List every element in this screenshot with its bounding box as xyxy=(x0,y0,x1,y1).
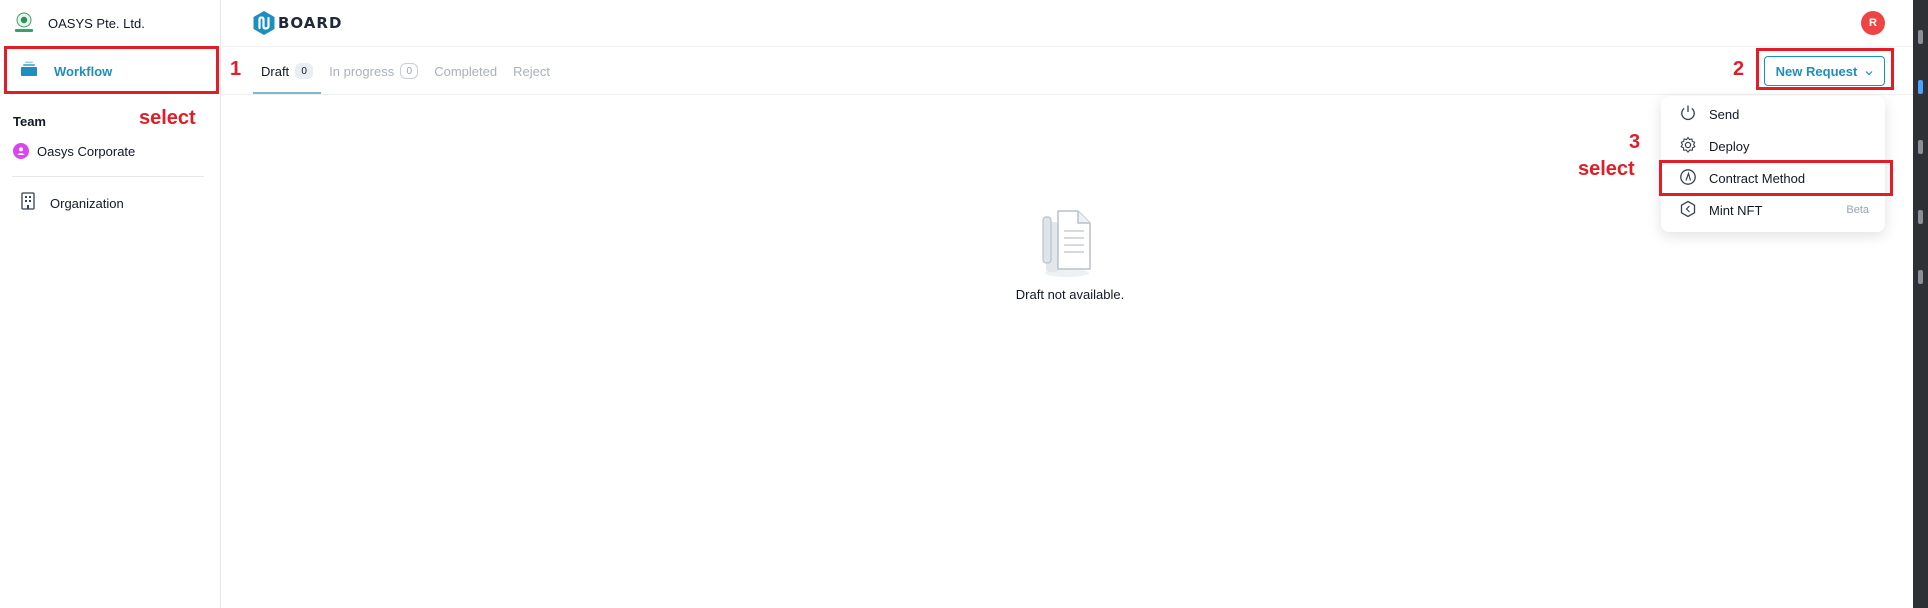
user-avatar[interactable]: R xyxy=(1861,11,1885,35)
org-name: OASYS Pte. Ltd. xyxy=(48,15,145,31)
adjacent-window-strip xyxy=(1913,0,1928,608)
menu-item-label: Deploy xyxy=(1709,138,1750,154)
sidebar-item-organization[interactable]: Organization xyxy=(20,192,124,215)
board-logo-icon xyxy=(252,10,276,36)
gear-icon xyxy=(1679,136,1697,157)
menu-item-mint-nft[interactable]: Mint NFT Beta xyxy=(1661,194,1885,226)
sidebar-item-team[interactable]: Oasys Corporate xyxy=(13,143,135,159)
count-badge: 0 xyxy=(400,63,419,79)
sidebar-item-label: Organization xyxy=(50,196,124,211)
oasys-logo-icon xyxy=(12,11,36,35)
power-icon xyxy=(1679,104,1697,125)
empty-state-text: Draft not available. xyxy=(1015,287,1125,302)
team-section-title: Team xyxy=(13,114,46,129)
annotation-box-contract-method xyxy=(1659,160,1893,196)
menu-item-deploy[interactable]: Deploy xyxy=(1661,130,1885,162)
strip-mark xyxy=(1918,30,1923,44)
tab-label: Reject xyxy=(513,63,550,79)
strip-mark xyxy=(1918,140,1923,154)
sidebar-divider xyxy=(12,176,204,177)
annotation-box-new-request xyxy=(1756,48,1894,90)
tab-completed[interactable]: Completed xyxy=(426,48,505,94)
org-header[interactable]: OASYS Pte. Ltd. xyxy=(12,11,145,35)
annotation-select-1: select xyxy=(139,107,196,129)
brand-word: BOARD xyxy=(278,14,343,32)
beta-badge: Beta xyxy=(1846,204,1869,216)
menu-item-label: Mint NFT xyxy=(1709,202,1763,218)
annotation-step-1: 1 xyxy=(230,58,242,80)
team-name: Oasys Corporate xyxy=(37,143,136,159)
menu-item-label: Send xyxy=(1709,106,1740,122)
menu-item-send[interactable]: Send xyxy=(1661,98,1885,130)
annotation-select-3: select xyxy=(1578,158,1635,180)
strip-mark xyxy=(1918,270,1923,284)
annotation-step-2: 2 xyxy=(1733,58,1745,80)
count-badge: 0 xyxy=(295,63,314,79)
team-avatar-icon xyxy=(13,143,29,159)
strip-mark xyxy=(1918,80,1923,94)
tab-label: Completed xyxy=(434,63,498,79)
building-icon xyxy=(20,192,36,215)
nft-icon xyxy=(1679,200,1697,221)
header-divider xyxy=(221,46,1913,47)
app-window: OASYS Pte. Ltd. Workflow Team Oasys Corp… xyxy=(0,0,1928,608)
annotation-box-workflow xyxy=(4,46,219,94)
tab-label: Draft xyxy=(261,63,290,79)
brand-logo[interactable]: BOARD xyxy=(252,10,342,36)
tab-label: In progress xyxy=(329,63,395,79)
annotation-step-3: 3 xyxy=(1629,131,1641,153)
tab-reject[interactable]: Reject xyxy=(505,48,558,94)
tabs-divider xyxy=(221,94,1913,95)
tab-draft[interactable]: Draft 0 xyxy=(253,48,322,94)
tab-in-progress[interactable]: In progress 0 xyxy=(321,48,426,94)
strip-mark xyxy=(1918,210,1923,224)
status-tabs: Draft 0 In progress 0 Completed Reject xyxy=(253,48,558,94)
